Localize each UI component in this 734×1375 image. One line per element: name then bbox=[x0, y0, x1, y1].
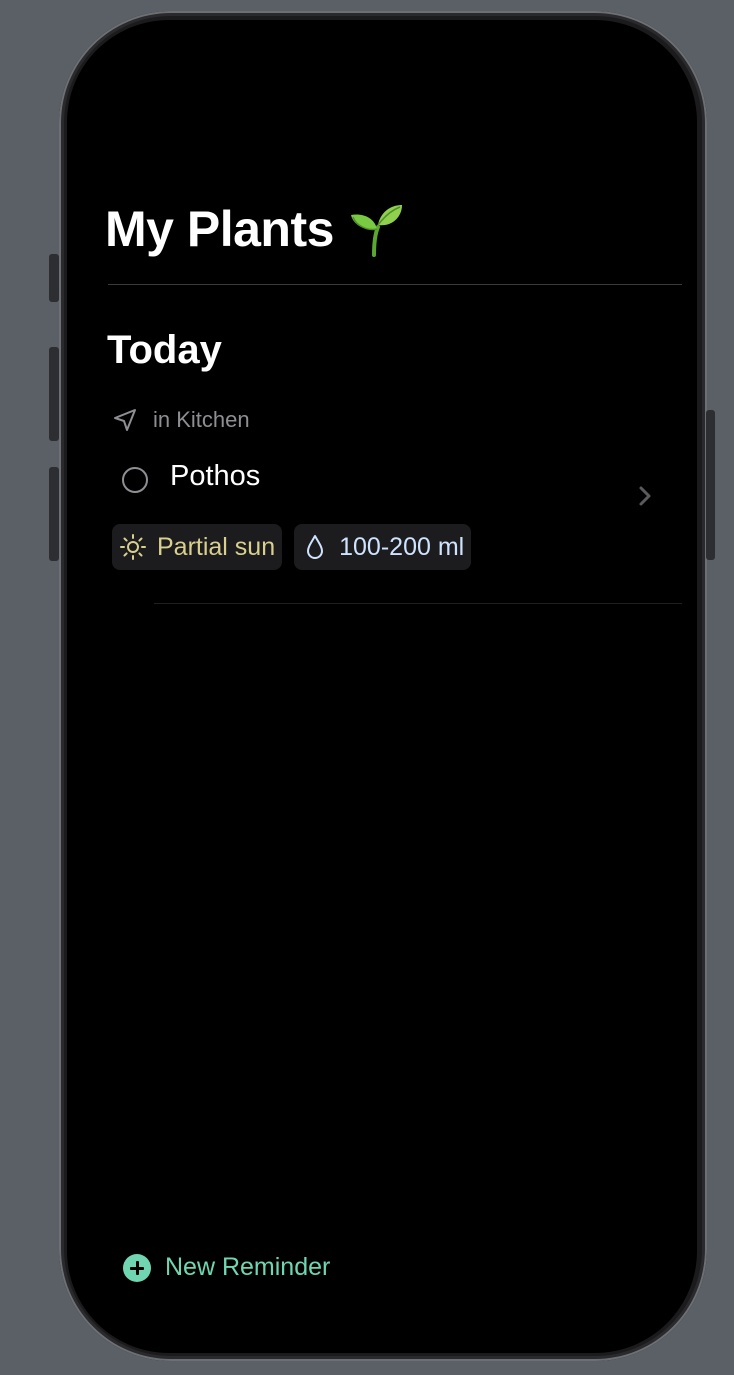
new-reminder-label: New Reminder bbox=[165, 1253, 331, 1281]
volume-up-button bbox=[49, 347, 59, 441]
section-title: Today bbox=[107, 328, 222, 372]
volume-down-button bbox=[49, 467, 59, 561]
plus-circle-icon bbox=[123, 1253, 151, 1282]
header-divider bbox=[108, 284, 682, 285]
page-header: My Plants bbox=[105, 200, 404, 258]
item-name: Pothos bbox=[170, 460, 261, 492]
seedling-icon bbox=[350, 205, 402, 257]
page-title: My Plants bbox=[105, 201, 334, 257]
sun-tag-label: Partial sun bbox=[157, 532, 276, 561]
power-button bbox=[706, 410, 715, 560]
app-screen: My Plants Today in Kitchen Pothos Partia… bbox=[67, 20, 697, 1353]
mute-switch bbox=[49, 254, 59, 302]
item-divider bbox=[154, 603, 682, 604]
list-item[interactable]: Pothos Partial sun 100-200 ml bbox=[107, 456, 682, 602]
complete-checkbox[interactable] bbox=[122, 467, 148, 493]
water-tag-label: 100-200 ml bbox=[339, 532, 465, 561]
sun-icon bbox=[120, 534, 146, 560]
sun-tag: Partial sun bbox=[112, 524, 283, 570]
tag-list: Partial sun 100-200 ml bbox=[112, 524, 472, 570]
location-arrow-icon bbox=[114, 409, 136, 431]
chevron-right-icon[interactable] bbox=[637, 484, 653, 508]
new-reminder-button[interactable]: New Reminder bbox=[123, 1253, 330, 1282]
location-row: in Kitchen bbox=[111, 406, 250, 434]
water-drop-icon bbox=[307, 535, 324, 559]
location-label: in Kitchen bbox=[153, 407, 250, 432]
water-tag: 100-200 ml bbox=[294, 524, 472, 570]
